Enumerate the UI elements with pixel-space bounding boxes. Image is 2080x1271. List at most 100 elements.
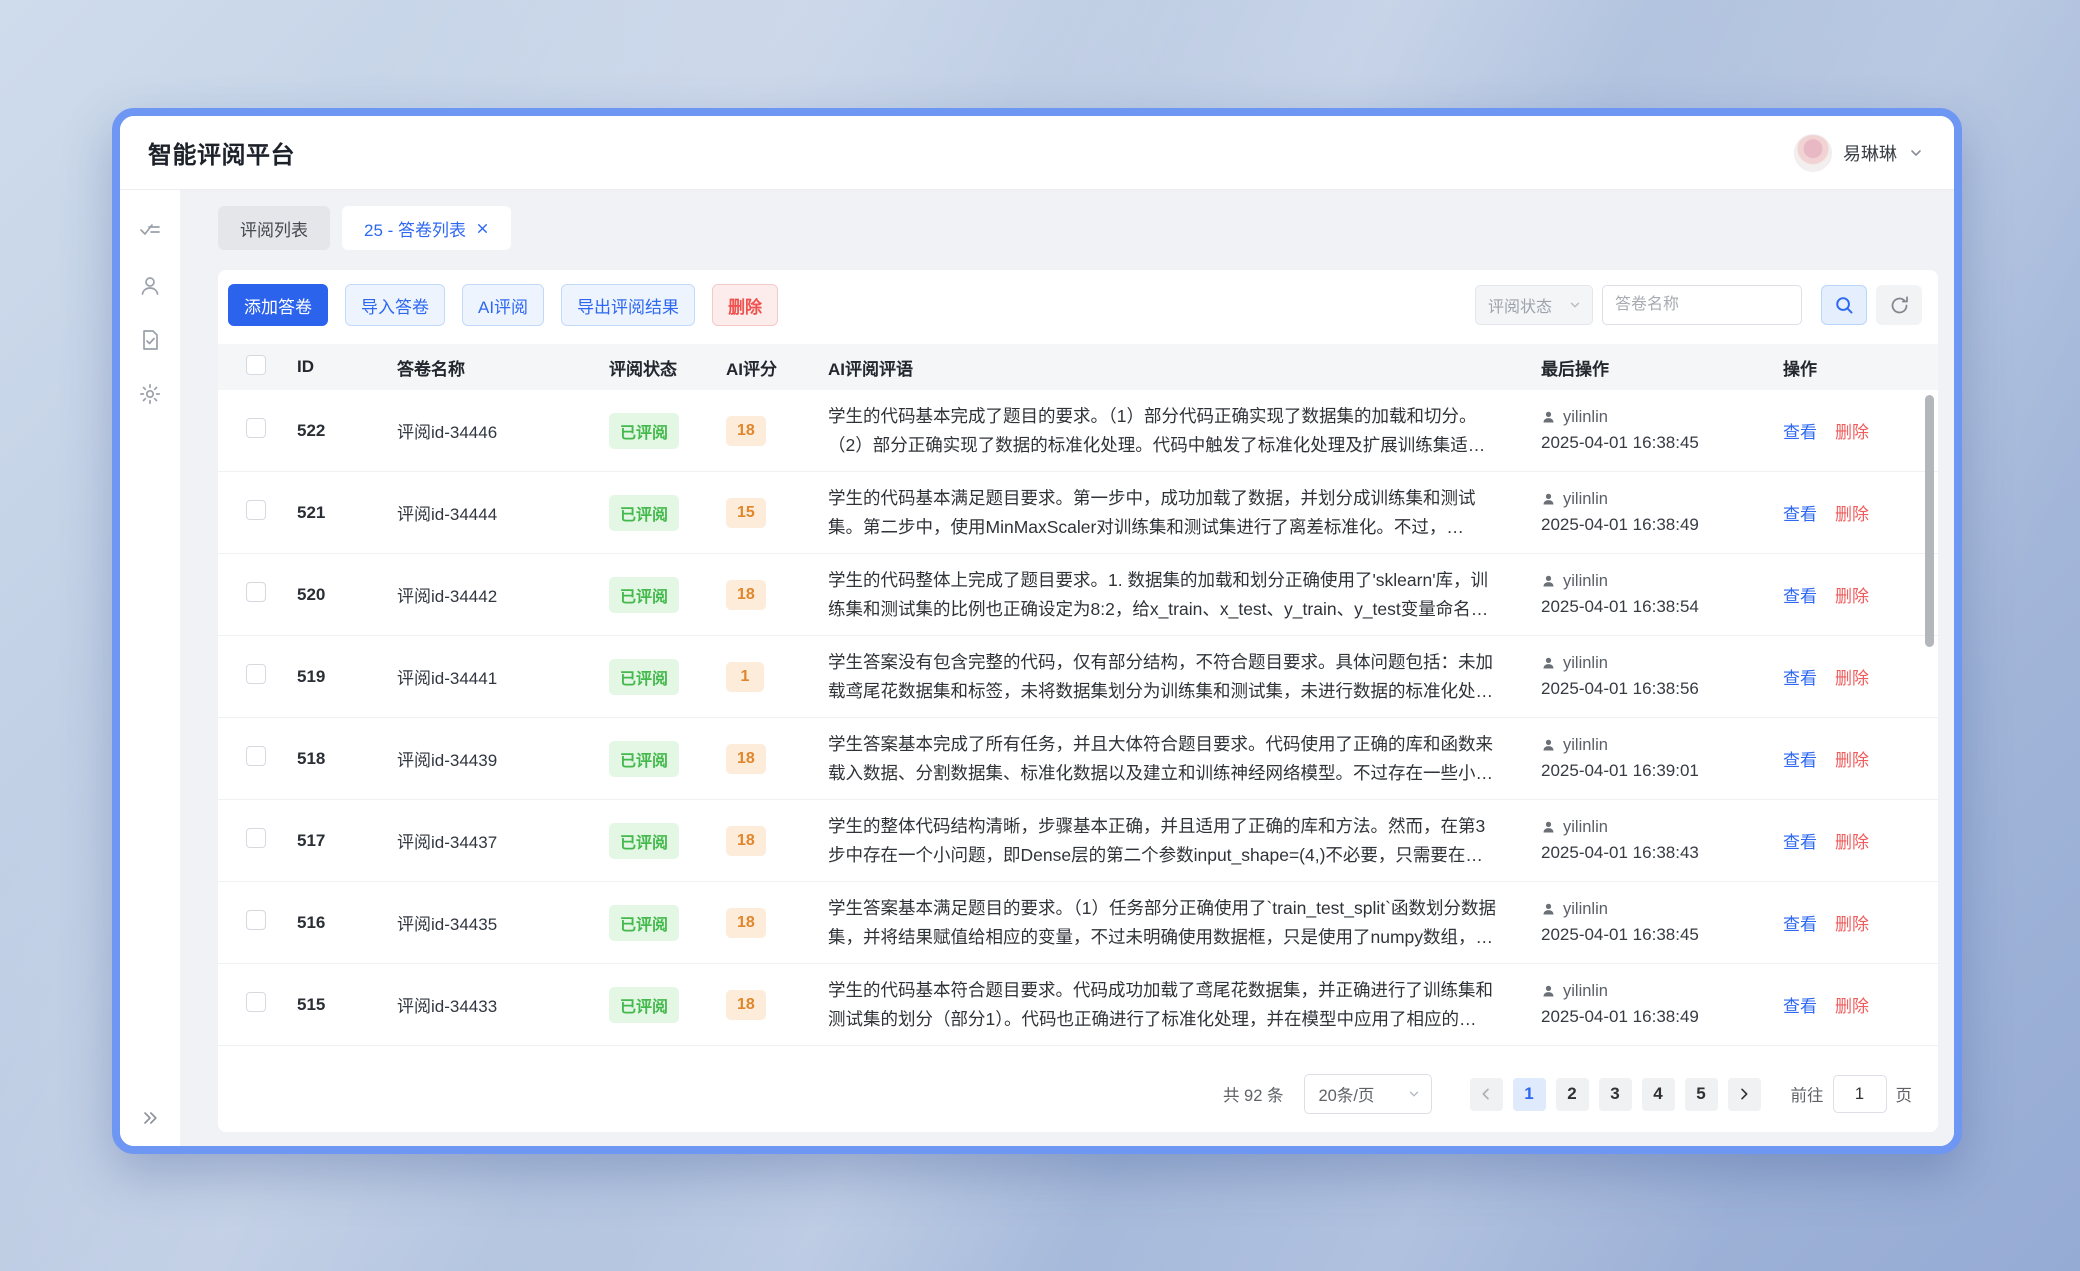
table-body: 522 评阅id-34446 已评阅 18 学生的代码基本完成了题目的要求。（1… — [218, 390, 1938, 1046]
table-row: 522 评阅id-34446 已评阅 18 学生的代码基本完成了题目的要求。（1… — [218, 390, 1938, 472]
refresh-button[interactable] — [1876, 285, 1922, 325]
toolbar: 添加答卷 导入答卷 AI评阅 导出评阅结果 删除 评阅状态 — [218, 270, 1938, 326]
row-id: 520 — [278, 585, 378, 605]
row-checkbox[interactable] — [246, 828, 266, 848]
operation-time: 2025-04-01 16:38:49 — [1541, 515, 1764, 535]
page-button-3[interactable]: 3 — [1599, 1078, 1632, 1111]
view-link[interactable]: 查看 — [1783, 746, 1817, 771]
page-button-5[interactable]: 5 — [1685, 1078, 1718, 1111]
page-button-4[interactable]: 4 — [1642, 1078, 1675, 1111]
row-name: 评阅id-34444 — [378, 500, 590, 525]
tab-review-list[interactable]: 评阅列表 — [218, 206, 330, 250]
tab-answer-list[interactable]: 25 - 答卷列表 — [342, 206, 511, 250]
page-button-2[interactable]: 2 — [1556, 1078, 1589, 1111]
app-window: 智能评阅平台 易琳琳 — [112, 108, 1962, 1154]
delete-link[interactable]: 删除 — [1835, 500, 1869, 525]
app-header: 智能评阅平台 易琳琳 — [120, 116, 1954, 190]
settings-gear-icon — [138, 382, 162, 406]
view-link[interactable]: 查看 — [1783, 582, 1817, 607]
score-badge: 18 — [726, 826, 766, 856]
tab-close-icon[interactable] — [476, 222, 489, 235]
goto-page-input[interactable] — [1833, 1075, 1887, 1113]
delete-link[interactable]: 删除 — [1835, 418, 1869, 443]
vertical-scrollbar[interactable] — [1925, 395, 1934, 647]
operation-time: 2025-04-01 16:38:43 — [1541, 843, 1764, 863]
add-answer-button[interactable]: 添加答卷 — [228, 284, 328, 326]
chevron-down-icon — [1568, 298, 1582, 312]
operation-time: 2025-04-01 16:38:45 — [1541, 433, 1764, 453]
delete-link[interactable]: 删除 — [1835, 828, 1869, 853]
row-checkbox[interactable] — [246, 500, 266, 520]
sidebar-item-answer-sheets[interactable] — [130, 320, 170, 360]
row-checkbox[interactable] — [246, 910, 266, 930]
row-name: 评阅id-34446 — [378, 418, 590, 443]
status-badge: 已评阅 — [609, 495, 679, 531]
user-menu[interactable]: 易琳琳 — [1794, 134, 1924, 172]
row-id: 522 — [278, 421, 378, 441]
table-row: 518 评阅id-34439 已评阅 18 学生答案基本完成了所有任务，并且大体… — [218, 718, 1938, 800]
table-row: 517 评阅id-34437 已评阅 18 学生的整体代码结构清晰，步骤基本正确… — [218, 800, 1938, 882]
sidebar-item-users[interactable] — [130, 266, 170, 306]
review-status-select[interactable]: 评阅状态 — [1475, 285, 1593, 325]
import-answer-button[interactable]: 导入答卷 — [345, 284, 445, 326]
operation-time: 2025-04-01 16:38:45 — [1541, 925, 1764, 945]
score-badge: 18 — [726, 744, 766, 774]
table-row: 519 评阅id-34441 已评阅 1 学生答案没有包含完整的代码，仅有部分结… — [218, 636, 1938, 718]
page-button-1[interactable]: 1 — [1513, 1078, 1546, 1111]
operation-time: 2025-04-01 16:38:49 — [1541, 1007, 1764, 1027]
delete-link[interactable]: 删除 — [1835, 992, 1869, 1017]
score-badge: 15 — [726, 498, 766, 528]
operation-time: 2025-04-01 16:38:56 — [1541, 679, 1764, 699]
next-page-button[interactable] — [1728, 1078, 1761, 1111]
view-link[interactable]: 查看 — [1783, 828, 1817, 853]
table-header-row: ID 答卷名称 评阅状态 AI评分 AI评阅评语 最后操作 操作 — [218, 344, 1938, 390]
search-button[interactable] — [1821, 285, 1867, 325]
score-badge: 18 — [726, 580, 766, 610]
operator-name: yilinlin — [1563, 490, 1608, 509]
person-icon — [1541, 410, 1556, 425]
ai-comment: 学生的代码基本符合题目要求。代码成功加载了鸢尾花数据集，并正确进行了训练集和测试… — [828, 976, 1522, 1034]
select-all-checkbox[interactable] — [246, 355, 266, 375]
status-badge: 已评阅 — [609, 741, 679, 777]
row-checkbox[interactable] — [246, 746, 266, 766]
delete-link[interactable]: 删除 — [1835, 910, 1869, 935]
row-id: 521 — [278, 503, 378, 523]
operator-name: yilinlin — [1563, 654, 1608, 673]
row-name: 评阅id-34433 — [378, 992, 590, 1017]
status-badge: 已评阅 — [609, 659, 679, 695]
chevron-down-icon — [1407, 1087, 1421, 1101]
page-size-select[interactable]: 20条/页 — [1304, 1074, 1432, 1114]
ai-review-button[interactable]: AI评阅 — [462, 284, 544, 326]
view-link[interactable]: 查看 — [1783, 418, 1817, 443]
person-icon — [1541, 656, 1556, 671]
user-icon — [138, 274, 162, 298]
sidebar-item-settings[interactable] — [130, 374, 170, 414]
view-link[interactable]: 查看 — [1783, 992, 1817, 1017]
person-icon — [1541, 984, 1556, 999]
sidebar-item-review-list[interactable] — [130, 212, 170, 252]
sidebar — [120, 190, 180, 1146]
delete-link[interactable]: 删除 — [1835, 582, 1869, 607]
operation-time: 2025-04-01 16:39:01 — [1541, 761, 1764, 781]
row-checkbox[interactable] — [246, 582, 266, 602]
sidebar-collapse-button[interactable] — [120, 1108, 180, 1128]
ai-comment: 学生答案没有包含完整的代码，仅有部分结构，不符合题目要求。具体问题包括：未加载鸢… — [828, 648, 1522, 706]
row-name: 评阅id-34437 — [378, 828, 590, 853]
delete-button[interactable]: 删除 — [712, 284, 778, 326]
answer-name-input[interactable] — [1602, 285, 1802, 325]
row-checkbox[interactable] — [246, 664, 266, 684]
user-avatar[interactable] — [1794, 134, 1832, 172]
export-results-button[interactable]: 导出评阅结果 — [561, 284, 695, 326]
person-icon — [1541, 820, 1556, 835]
view-link[interactable]: 查看 — [1783, 910, 1817, 935]
ai-comment: 学生的整体代码结构清晰，步骤基本正确，并且适用了正确的库和方法。然而，在第3步中… — [828, 812, 1522, 870]
delete-link[interactable]: 删除 — [1835, 746, 1869, 771]
view-link[interactable]: 查看 — [1783, 500, 1817, 525]
row-checkbox[interactable] — [246, 992, 266, 1012]
table-row: 516 评阅id-34435 已评阅 18 学生答案基本满足题目的要求。（1）任… — [218, 882, 1938, 964]
delete-link[interactable]: 删除 — [1835, 664, 1869, 689]
person-icon — [1541, 574, 1556, 589]
prev-page-button[interactable] — [1470, 1078, 1503, 1111]
view-link[interactable]: 查看 — [1783, 664, 1817, 689]
row-checkbox[interactable] — [246, 418, 266, 438]
